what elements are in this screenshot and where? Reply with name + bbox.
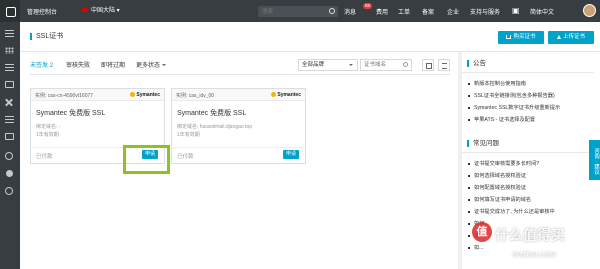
region-selector[interactable]: 中国大陆 ▾: [78, 5, 124, 17]
nav-tickets[interactable]: 工单: [398, 7, 410, 16]
faq-link[interactable]: 证书提交审核需要多长时间?: [468, 160, 539, 167]
certificate-search[interactable]: [360, 59, 412, 71]
tab-review-failed[interactable]: 审核失败: [66, 58, 90, 74]
chevron-down-icon: [349, 64, 353, 66]
china-flag-icon: [82, 8, 88, 13]
nav-support[interactable]: 支持与服务: [470, 7, 500, 16]
brand-select-value: 全部品牌: [302, 62, 325, 68]
region-label: 中国大陆: [91, 8, 116, 14]
certificate-card: 实例: cas_idv_00 Symantec Symantec 免费版 SSL…: [171, 88, 306, 164]
bound-domain: 绑定域名: -: [36, 124, 61, 130]
feedback-tab[interactable]: 咨询 · 建议: [589, 140, 600, 180]
validity-period: 1年有效期: [177, 132, 200, 138]
buy-certificate-label: 购买证书: [513, 34, 536, 40]
symantec-check-icon: [130, 92, 136, 98]
faq-link[interactable]: 如何选择域名授权验证: [468, 172, 526, 179]
watermark-text: 什么值得买: [495, 227, 565, 243]
faq-link[interactable]: 证书提交成功了, 为什么还是审核中: [468, 208, 555, 215]
certificate-search-input[interactable]: [361, 60, 401, 70]
sidebar: [0, 22, 20, 269]
global-search[interactable]: [258, 6, 338, 17]
language-selector[interactable]: 简体中文: [530, 7, 554, 16]
upload-icon: [556, 34, 561, 39]
faq-title: 常见问题: [467, 140, 499, 147]
globe-icon[interactable]: [5, 152, 13, 160]
faq-link[interactable]: 如何填写证书申请的域名: [468, 196, 531, 203]
faq-link[interactable]: 如何配置域名授权验证: [468, 184, 526, 191]
network-icon[interactable]: [5, 99, 14, 106]
brand-logo: Symantec: [130, 92, 160, 98]
security-icon[interactable]: [5, 133, 14, 140]
highlight-box: [123, 145, 170, 174]
bound-domain: 绑定域名: hassistmall.djangao.top: [177, 124, 253, 130]
faq-link[interactable]: 如...: [468, 244, 484, 251]
global-search-input[interactable]: [258, 6, 324, 17]
chevron-down-icon: [162, 64, 167, 67]
symantec-check-icon: [271, 92, 277, 98]
database-icon[interactable]: [5, 81, 14, 88]
user-avatar[interactable]: [583, 4, 596, 17]
products-grid-icon[interactable]: [5, 47, 14, 54]
product-name: Symantec 免费版 SSL: [177, 110, 247, 117]
watermark-subtext: SMZDM.COM: [512, 252, 556, 259]
section-divider: [462, 72, 594, 73]
announcement-link[interactable]: 新版本控制台使用指南: [468, 80, 526, 87]
cart-icon: [506, 34, 512, 39]
upload-certificate-label: 上传证书: [562, 34, 585, 40]
card-header: 实例: cas_idv_00 Symantec: [172, 89, 305, 101]
tab-divider: [30, 74, 450, 75]
list-view-button[interactable]: [438, 59, 450, 71]
brand-logo: Symantec: [271, 92, 301, 98]
monitor-icon[interactable]: [6, 170, 13, 177]
page-header: SSL证书 购买证书 上传证书: [20, 22, 600, 52]
nav-billing[interactable]: 费用: [376, 7, 388, 16]
brand-select[interactable]: 全部品牌: [298, 59, 358, 71]
top-navbar: 管理控制台 中国大陆 ▾ 消息 88 费用 工单 备案 企业 支持与服务 ▣ 简…: [0, 0, 600, 22]
payment-status: 已付款: [177, 154, 194, 160]
nav-filing[interactable]: 备案: [422, 7, 434, 16]
brand-name: Symantec: [277, 92, 301, 98]
grid-view-button[interactable]: [422, 59, 434, 71]
announcements-title: 公告: [467, 60, 486, 67]
nav-messages[interactable]: 消息: [344, 7, 356, 16]
upload-certificate-button[interactable]: 上传证书: [548, 31, 594, 44]
search-icon[interactable]: [329, 8, 335, 14]
announcements-section: 公告 新版本控制台使用指南 SSL证书全链接测(包含多种报告器) Symante…: [462, 60, 600, 140]
instance-id: 实例: cas_idv_00: [176, 93, 215, 99]
nav-enterprise[interactable]: 企业: [447, 7, 459, 16]
announcement-link[interactable]: SSL证书全链接测(包含多种报告器): [468, 92, 555, 99]
announcement-link[interactable]: Symantec SSL数字证书升级重新提示: [468, 104, 560, 111]
watermark-badge: 值: [472, 222, 492, 242]
console-logo-icon[interactable]: [0, 0, 20, 22]
message-count-badge: 88: [363, 3, 373, 9]
instance-id: 实例: cas-cn-4590vt16077: [35, 93, 94, 99]
validity-period: 1年有效期: [36, 132, 59, 138]
card-divider: [172, 147, 305, 148]
search-icon[interactable]: [403, 62, 408, 67]
help-icon[interactable]: ▣: [512, 6, 520, 15]
section-divider: [462, 152, 594, 153]
faq-section: 常见问题 证书提交审核需要多长时间? 如何选择域名授权验证 如何配置域名授权验证…: [462, 140, 600, 269]
page-title: SSL证书: [30, 33, 63, 40]
announcement-link[interactable]: 苹果ATS - 证书选择及配置: [468, 116, 535, 123]
certificate-list-panel: 未签发 2 审核失败 即将过期 更多状态 全部品牌 实例: cas-cn-459…: [20, 52, 458, 269]
storage-icon[interactable]: [5, 116, 14, 123]
brand-name: Symantec: [136, 92, 160, 98]
apply-button[interactable]: 申请: [283, 150, 299, 159]
settings-icon[interactable]: [5, 187, 13, 195]
console-title[interactable]: 管理控制台: [27, 7, 57, 16]
tab-pending[interactable]: 未签发 2: [30, 58, 54, 75]
tab-more-status-label: 更多状态: [136, 63, 161, 69]
buy-certificate-button[interactable]: 购买证书: [498, 31, 544, 44]
menu-icon[interactable]: [5, 30, 14, 37]
card-header: 实例: cas-cn-4590vt16077 Symantec: [31, 89, 164, 101]
tab-more-status[interactable]: 更多状态: [136, 58, 167, 74]
payment-status: 已付款: [36, 154, 53, 160]
tab-expiring[interactable]: 即将过期: [101, 58, 125, 74]
product-name: Symantec 免费版 SSL: [36, 110, 106, 117]
server-icon[interactable]: [5, 64, 14, 71]
